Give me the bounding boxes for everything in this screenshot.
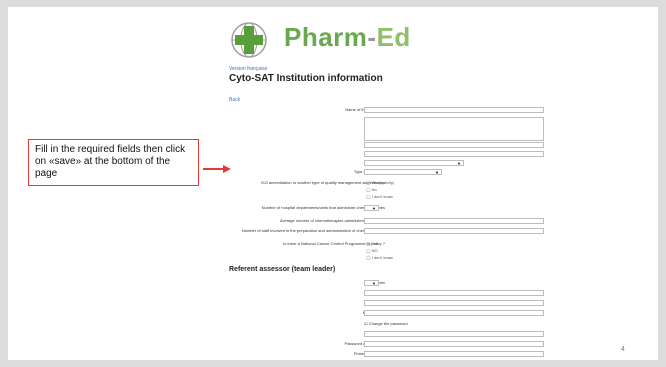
institution-type-label: Type of institution [353, 169, 385, 174]
ncp-option-no-label: NO [371, 248, 378, 253]
institution-name-input[interactable] [364, 107, 544, 113]
password-confirmation-row: Password confirmation [229, 341, 549, 351]
last-name-input[interactable] [364, 290, 544, 296]
logo-word-pharm: Pharm [284, 22, 368, 52]
logo-word-dash: - [367, 22, 377, 52]
first-name-label: First name [235, 300, 385, 305]
instruction-callout: Fill in the required fields then click o… [28, 139, 199, 186]
institution-type-row: Type of institution ▼ [229, 169, 549, 179]
chevron-down-icon: ▼ [372, 206, 376, 211]
postal-code-label: Postal code [235, 142, 385, 147]
chevron-down-icon: ▼ [457, 161, 461, 166]
ncp-row: Is there a National Cancer Control Progr… [229, 241, 549, 260]
logo-wordmark: Pharm-Ed [284, 22, 411, 53]
password-label: Password [235, 331, 385, 336]
password-row: Password [229, 331, 549, 341]
institution-name-row: Name of the institution [229, 107, 549, 117]
ncp-option-unknown-label: I don't know [371, 255, 393, 260]
first-name-row: First name [229, 300, 549, 310]
phone-input[interactable] [364, 351, 544, 357]
avg-chemo-label: Average number of chemotherapies adminis… [279, 218, 385, 223]
email-input[interactable] [364, 310, 544, 316]
city-label: City [235, 151, 385, 156]
country-label: Country [235, 160, 385, 165]
ncp-option-yes-label: Yes [371, 241, 379, 246]
iso-radio-yes[interactable]: ◯ Yes (specify) [366, 180, 394, 185]
chevron-down-icon: ▼ [372, 281, 376, 286]
address-row: Address [229, 117, 549, 141]
last-name-label: Last name [235, 290, 385, 295]
country-select[interactable]: ▼ [364, 160, 464, 166]
institution-name-label: Name of the institution [345, 107, 385, 112]
staff-label: Number of staff involved in the preparat… [241, 228, 385, 233]
postal-code-input[interactable] [364, 142, 544, 148]
departments-label: Number of hospital departments/units tha… [261, 205, 385, 210]
ncp-radio-no[interactable]: ◯ NO [366, 248, 378, 253]
change-password-row: ☑ Change the password [229, 321, 549, 331]
logo-word-ed: Ed [376, 22, 411, 52]
page-title: Cyto-SAT Institution information [229, 73, 383, 84]
arrow-right-icon [203, 165, 231, 173]
iso-label: ISO accreditation or another type of qua… [260, 180, 385, 185]
change-password-checkbox[interactable]: ☑ Change the password [364, 321, 408, 326]
departments-select[interactable]: ▼ [364, 205, 379, 211]
password-confirmation-input[interactable] [364, 341, 544, 347]
ncp-radio-yes[interactable]: ◯ Yes [366, 241, 378, 246]
last-name-row: Last name [229, 290, 549, 300]
phone-row: Phone (fixed line) [229, 351, 549, 361]
city-input[interactable] [364, 151, 544, 157]
avg-chemo-row: Average number of chemotherapies adminis… [229, 218, 549, 228]
iso-option-yes-label: Yes (specify) [371, 180, 395, 185]
gender-row: Gender ▼ [229, 280, 549, 290]
phone-label: Phone (fixed line) [353, 351, 385, 356]
chevron-down-icon: ▼ [435, 170, 439, 175]
staff-input[interactable] [364, 228, 544, 234]
avg-chemo-input[interactable] [364, 218, 544, 224]
referent-section-title: Referent assessor (team leader) [229, 266, 336, 273]
iso-radio-no[interactable]: ◯ No [366, 187, 377, 192]
email-row: Email (login) [229, 310, 549, 320]
gender-select[interactable]: ▼ [364, 280, 379, 286]
password-input[interactable] [364, 331, 544, 337]
change-password-label: Change the password [368, 321, 408, 326]
iso-radio-unknown[interactable]: ◯ I don't know [366, 194, 393, 199]
password-confirmation-label: Password confirmation [344, 341, 385, 346]
ncp-label: Is there a National Cancer Control Progr… [283, 241, 385, 246]
staff-row: Number of staff involved in the preparat… [229, 228, 549, 238]
institution-type-select[interactable]: ▼ [364, 169, 442, 175]
iso-option-unknown-label: I don't know [371, 194, 393, 199]
page-number: 4 [621, 346, 625, 353]
gender-label: Gender [235, 280, 385, 285]
back-link[interactable]: Back [229, 97, 240, 103]
address-label: Address [235, 117, 385, 122]
iso-row: ISO accreditation or another type of qua… [229, 180, 549, 199]
first-name-input[interactable] [364, 300, 544, 306]
address-textarea[interactable] [364, 117, 544, 141]
language-link[interactable]: Version française [229, 66, 267, 72]
departments-row: Number of hospital departments/units tha… [229, 205, 549, 215]
email-label: Email (login) [235, 310, 385, 315]
iso-option-no-label: No [371, 187, 377, 192]
ncp-radio-unknown[interactable]: ◯ I don't know [366, 255, 393, 260]
